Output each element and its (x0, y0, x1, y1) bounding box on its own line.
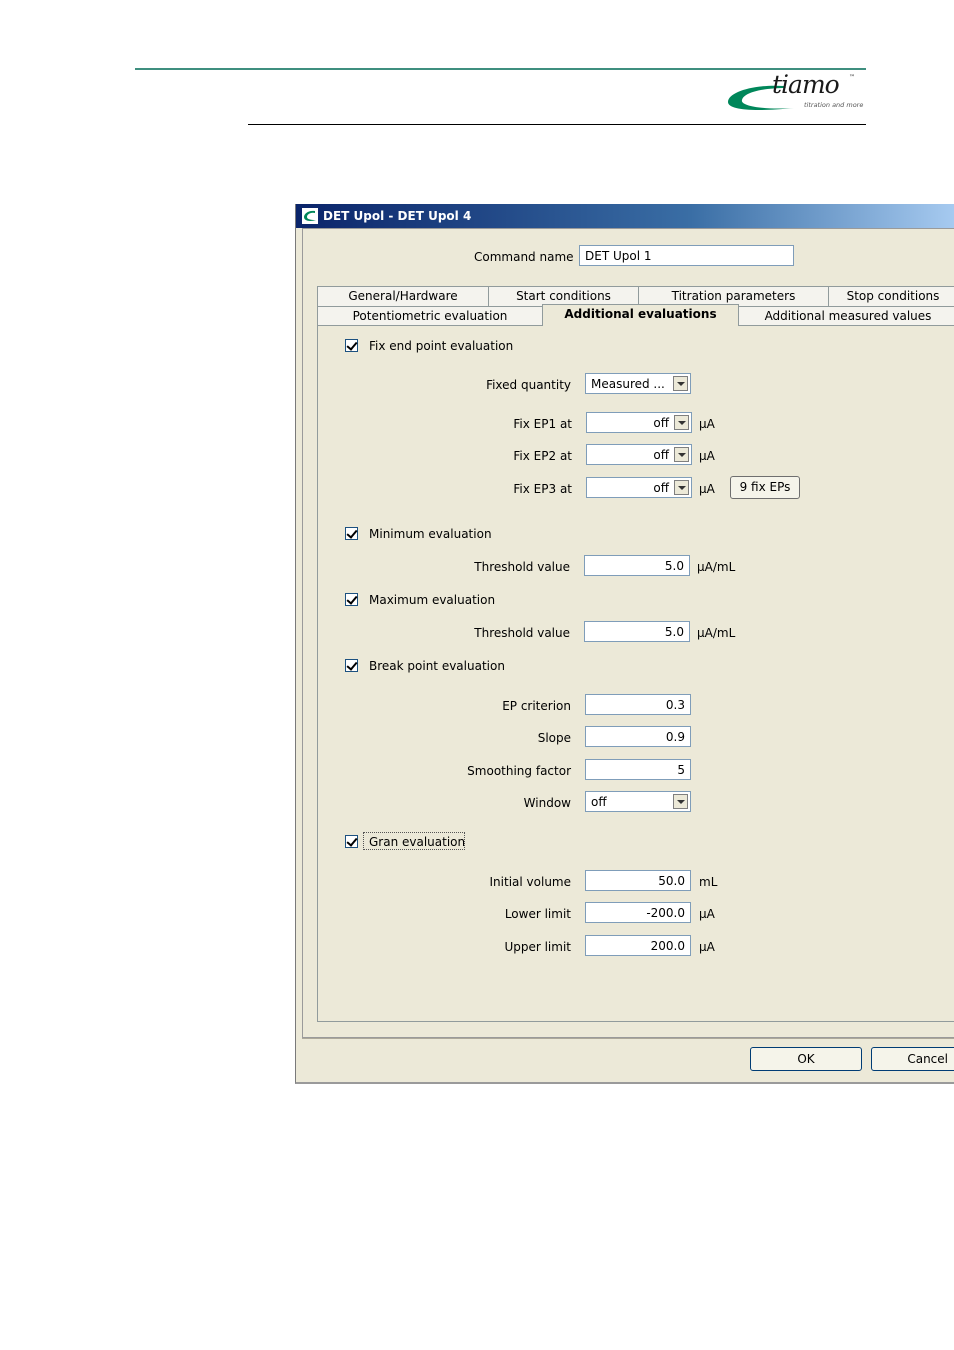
ep-criterion-label: EP criterion (502, 699, 571, 713)
initial-volume-label: Initial volume (489, 875, 571, 889)
dialog-title: DET Upol - DET Upol 4 (323, 209, 472, 223)
fix-ep1-unit: µA (699, 417, 715, 431)
dialog-content: Command name DET Upol 1 General/Hardware… (302, 228, 954, 1038)
fix-ep2-combo[interactable]: off (586, 444, 692, 465)
header-rule-top (135, 68, 866, 70)
minimum-threshold-unit: µA/mL (697, 560, 736, 574)
dialog-titlebar[interactable]: DET Upol - DET Upol 4 (296, 204, 954, 228)
fix-ep2-value: off (653, 448, 669, 462)
ok-button[interactable]: OK (750, 1047, 862, 1071)
tab-start-conditions[interactable]: Start conditions (488, 286, 639, 306)
gran-evaluation-checkbox[interactable] (345, 835, 358, 848)
minimum-threshold-value: 5.0 (664, 559, 684, 573)
command-name-input[interactable]: DET Upol 1 (579, 245, 794, 266)
upper-limit-value: 200.0 (650, 939, 685, 953)
lower-limit-label: Lower limit (504, 907, 571, 921)
logo-tagline: titration and more (804, 101, 864, 109)
logo-wordmark: tiamo (772, 70, 840, 99)
chevron-down-icon[interactable] (674, 447, 689, 462)
ep-criterion-value: 0.3 (665, 698, 685, 712)
minimum-evaluation-label: Minimum evaluation (369, 527, 492, 541)
maximum-evaluation-checkbox[interactable] (345, 593, 358, 606)
smoothing-factor-label: Smoothing factor (467, 764, 571, 778)
slope-label: Slope (537, 731, 571, 745)
chevron-down-icon[interactable] (674, 480, 689, 495)
command-name-value: DET Upol 1 (585, 249, 652, 263)
window-select[interactable]: off (585, 791, 691, 812)
chevron-down-icon[interactable] (673, 794, 688, 809)
fix-ep1-value: off (653, 416, 669, 430)
slope-input[interactable]: 0.9 (585, 726, 691, 747)
tab-titration-parameters[interactable]: Titration parameters (638, 286, 829, 306)
logo-trademark: ™ (849, 74, 855, 81)
initial-volume-unit: mL (699, 875, 718, 889)
fix-ep2-unit: µA (699, 449, 715, 463)
smoothing-factor-value: 5 (677, 763, 685, 777)
tiamo-app-icon (302, 208, 318, 224)
smoothing-factor-input[interactable]: 5 (585, 759, 691, 780)
det-upol-dialog: DET Upol - DET Upol 4 Command name DET U… (295, 204, 954, 1084)
fix-ep-checkbox[interactable] (345, 339, 358, 352)
minimum-threshold-label: Threshold value (474, 560, 570, 574)
button-bar-separator (302, 1038, 954, 1039)
fix-ep1-label: Fix EP1 at (513, 417, 572, 431)
fix-ep-label: Fix end point evaluation (369, 339, 514, 353)
window-value: off (591, 795, 607, 809)
minimum-evaluation-checkbox[interactable] (345, 527, 358, 540)
break-point-label: Break point evaluation (369, 659, 505, 673)
upper-limit-label: Upper limit (504, 940, 571, 954)
fix-ep1-combo[interactable]: off (586, 412, 692, 433)
initial-volume-value: 50.0 (658, 874, 685, 888)
tiamo-logo: tiamo ™ titration and more (724, 70, 868, 118)
break-point-checkbox[interactable] (345, 659, 358, 672)
fix-ep3-combo[interactable]: off (586, 477, 692, 498)
fix-ep2-label: Fix EP2 at (513, 449, 572, 463)
command-name-label: Command name (474, 250, 574, 264)
maximum-threshold-value: 5.0 (664, 625, 684, 639)
header-rule-bottom (248, 124, 866, 125)
nine-fix-eps-button[interactable]: 9 fix EPs (730, 476, 800, 499)
fix-ep3-label: Fix EP3 at (513, 482, 572, 496)
fix-ep3-unit: µA (699, 482, 715, 496)
tab-potentiometric-evaluation[interactable]: Potentiometric evaluation (317, 306, 543, 326)
additional-evaluations-panel: Fix end point evaluation Fixed quantity … (317, 325, 954, 1022)
maximum-threshold-input[interactable]: 5.0 (584, 621, 690, 642)
slope-value: 0.9 (665, 730, 685, 744)
maximum-evaluation-label: Maximum evaluation (369, 593, 496, 607)
chevron-down-icon[interactable] (674, 415, 689, 430)
fixed-quantity-label: Fixed quantity (486, 378, 571, 392)
upper-limit-input[interactable]: 200.0 (585, 935, 691, 956)
tab-additional-evaluations[interactable]: Additional evaluations (542, 304, 739, 326)
ep-criterion-input[interactable]: 0.3 (585, 694, 691, 715)
minimum-threshold-input[interactable]: 5.0 (584, 555, 690, 576)
lower-limit-unit: µA (699, 907, 715, 921)
chevron-down-icon[interactable] (673, 376, 688, 391)
maximum-threshold-unit: µA/mL (697, 626, 736, 640)
lower-limit-input[interactable]: -200.0 (585, 902, 691, 923)
tab-additional-measured-values[interactable]: Additional measured values (738, 306, 954, 326)
upper-limit-unit: µA (699, 940, 715, 954)
initial-volume-input[interactable]: 50.0 (585, 870, 691, 891)
maximum-threshold-label: Threshold value (474, 626, 570, 640)
gran-evaluation-label: Gran evaluation (369, 835, 466, 849)
window-label: Window (523, 796, 571, 810)
tab-stop-conditions[interactable]: Stop conditions (828, 286, 954, 306)
fixed-quantity-select[interactable]: Measured ... (585, 373, 691, 394)
fix-ep3-value: off (653, 481, 669, 495)
tab-general-hardware[interactable]: General/Hardware (317, 286, 489, 306)
cancel-button[interactable]: Cancel (871, 1047, 954, 1071)
lower-limit-value: -200.0 (646, 906, 685, 920)
fixed-quantity-value: Measured ... (591, 377, 665, 391)
